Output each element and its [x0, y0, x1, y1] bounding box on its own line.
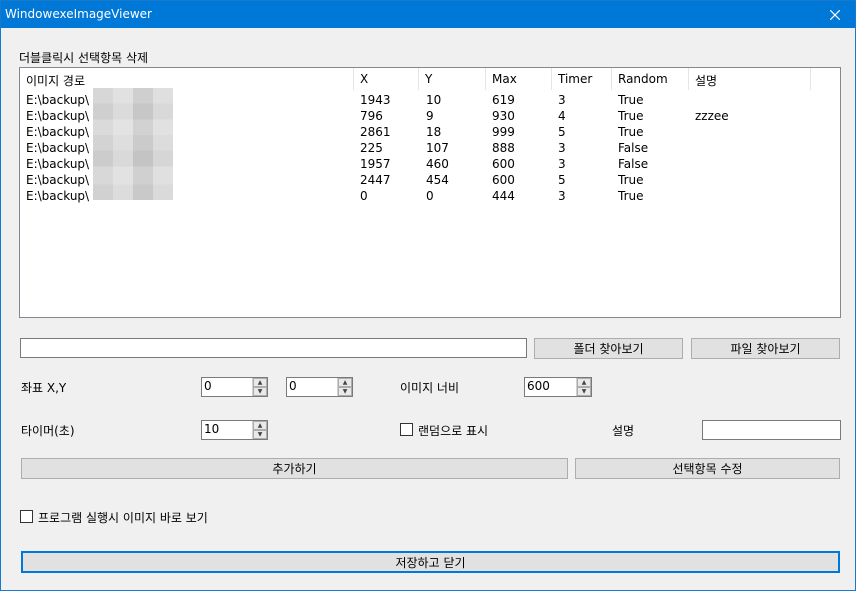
desc-input[interactable]: [702, 420, 841, 440]
cell-path: E:\backup\: [26, 173, 90, 187]
browse-folder-button[interactable]: 폴더 찾아보기: [534, 338, 683, 359]
cell-x: 2861: [360, 125, 391, 139]
column-header-path[interactable]: 이미지 경로: [20, 68, 354, 90]
cell-timer: 4: [558, 109, 566, 123]
add-button[interactable]: 추가하기: [21, 458, 568, 479]
column-header-y[interactable]: Y: [419, 68, 486, 90]
cell-timer: 5: [558, 173, 566, 187]
cell-max: 930: [492, 109, 515, 123]
cell-timer: 3: [558, 141, 566, 155]
redacted-path-blur: [93, 88, 173, 200]
cell-random: True: [618, 93, 644, 107]
cell-path: E:\backup\: [26, 157, 90, 171]
cell-timer: 3: [558, 157, 566, 171]
width-label: 이미지 너비: [400, 381, 460, 395]
list-caption: 더블클릭시 선택항목 삭제: [19, 51, 149, 65]
cell-max: 444: [492, 189, 515, 203]
y-stepper-arrows: ▲ ▼: [337, 378, 352, 396]
cell-random: True: [618, 173, 644, 187]
cell-random: False: [618, 141, 649, 155]
title-bar[interactable]: WindowexeImageViewer: [1, 1, 855, 28]
cell-max: 600: [492, 173, 515, 187]
timer-label: 타이머(초): [21, 424, 75, 438]
save-close-button[interactable]: 저장하고 닫기: [21, 551, 840, 573]
cell-timer: 3: [558, 93, 566, 107]
random-label: 랜덤으로 표시: [418, 424, 489, 438]
increment-icon[interactable]: ▲: [253, 421, 267, 430]
decrement-icon[interactable]: ▼: [253, 430, 267, 439]
window-title: WindowexeImageViewer: [5, 7, 152, 21]
cell-y: 18: [426, 125, 442, 139]
x-stepper-arrows: ▲ ▼: [252, 378, 267, 396]
coord-label: 좌표 X,Y: [21, 381, 67, 395]
cell-x: 225: [360, 141, 383, 155]
y-value: 0: [289, 379, 297, 393]
browse-file-button[interactable]: 파일 찾아보기: [691, 338, 840, 359]
edit-selected-button[interactable]: 선택항목 수정: [575, 458, 840, 479]
timer-stepper[interactable]: 10 ▲ ▼: [201, 420, 268, 440]
startup-label: 프로그램 실행시 이미지 바로 보기: [38, 511, 208, 525]
column-header-random[interactable]: Random: [612, 68, 689, 90]
column-header-max[interactable]: Max: [486, 68, 552, 90]
column-header-timer[interactable]: Timer: [552, 68, 612, 90]
cell-x: 796: [360, 109, 383, 123]
path-input[interactable]: [20, 338, 527, 358]
increment-icon[interactable]: ▲: [577, 378, 591, 387]
increment-icon[interactable]: ▲: [253, 378, 267, 387]
decrement-icon[interactable]: ▼: [338, 387, 352, 396]
cell-max: 619: [492, 93, 515, 107]
y-stepper[interactable]: 0 ▲ ▼: [286, 377, 353, 397]
column-header-desc[interactable]: 설명: [689, 68, 811, 90]
decrement-icon[interactable]: ▼: [253, 387, 267, 396]
width-value: 600: [527, 379, 550, 393]
width-stepper-arrows: ▲ ▼: [576, 378, 591, 396]
cell-y: 107: [426, 141, 449, 155]
cell-random: True: [618, 109, 644, 123]
cell-path: E:\backup\: [26, 125, 90, 139]
cell-random: True: [618, 189, 644, 203]
cell-x: 1957: [360, 157, 391, 171]
cell-max: 888: [492, 141, 515, 155]
cell-timer: 5: [558, 125, 566, 139]
cell-path: E:\backup\: [26, 93, 90, 107]
cell-random: False: [618, 157, 649, 171]
cell-y: 10: [426, 93, 442, 107]
random-checkbox[interactable]: [400, 423, 413, 436]
cell-y: 460: [426, 157, 449, 171]
cell-path: E:\backup\: [26, 141, 90, 155]
x-stepper[interactable]: 0 ▲ ▼: [201, 377, 268, 397]
close-icon[interactable]: [815, 1, 855, 28]
cell-max: 999: [492, 125, 515, 139]
cell-y: 9: [426, 109, 434, 123]
cell-timer: 3: [558, 189, 566, 203]
list-header: 이미지 경로 X Y Max Timer Random 설명: [20, 68, 840, 90]
cell-max: 600: [492, 157, 515, 171]
timer-stepper-arrows: ▲ ▼: [252, 421, 267, 439]
cell-path: E:\backup\: [26, 109, 90, 123]
timer-value: 10: [204, 422, 220, 436]
width-stepper[interactable]: 600 ▲ ▼: [524, 377, 592, 397]
cell-x: 1943: [360, 93, 391, 107]
desc-label: 설명: [612, 424, 635, 438]
cell-y: 0: [426, 189, 434, 203]
app-window: WindowexeImageViewer 더블클릭시 선택항목 삭제 이미지 경…: [0, 0, 856, 591]
increment-icon[interactable]: ▲: [338, 378, 352, 387]
column-header-x[interactable]: X: [354, 68, 419, 90]
cell-random: True: [618, 125, 644, 139]
cell-x: 2447: [360, 173, 391, 187]
cell-y: 454: [426, 173, 449, 187]
startup-checkbox[interactable]: [20, 510, 33, 523]
cell-desc: zzzee: [695, 109, 729, 123]
x-value: 0: [204, 379, 212, 393]
cell-x: 0: [360, 189, 368, 203]
cell-path: E:\backup\: [26, 189, 90, 203]
decrement-icon[interactable]: ▼: [577, 387, 591, 396]
